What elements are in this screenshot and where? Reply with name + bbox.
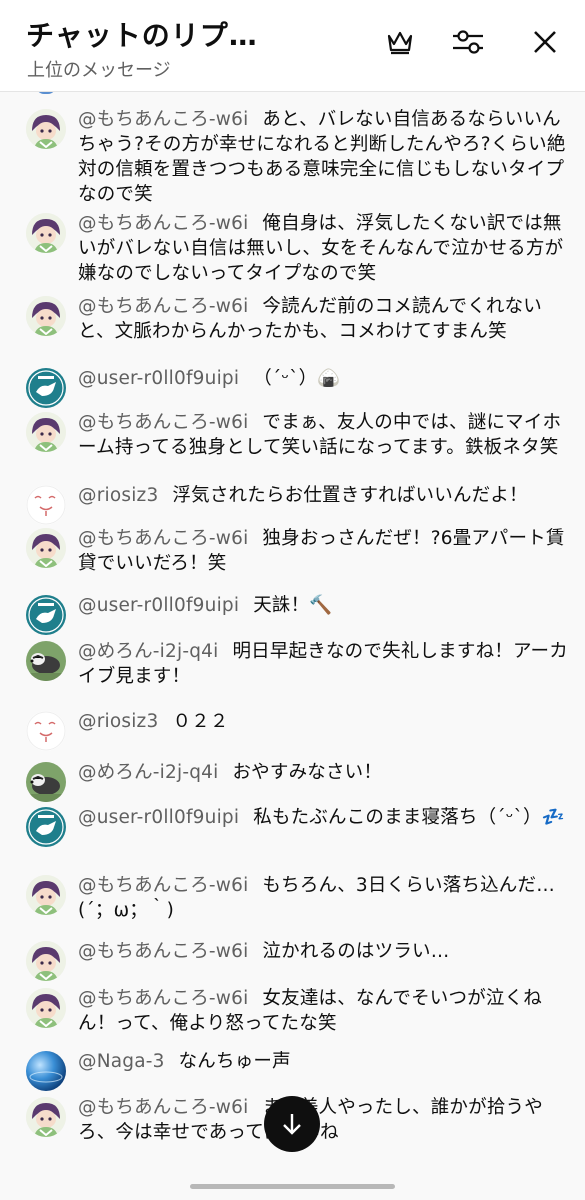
message-body: @もちあんころ-w6i 俺自身は、浮気したくない訳では無いがバレない自信は無いし、… [78, 211, 568, 286]
message-text: ０２２ [172, 711, 229, 732]
close-button[interactable] [525, 22, 565, 62]
message-author[interactable]: @もちあんころ-w6i [78, 875, 248, 896]
chat-message-list[interactable]: @もちあんころ-w6i あと、バレない自信あるならいいんちゃう?その方が幸せになれ… [0, 93, 585, 1200]
message-author[interactable]: @Naga-3 [78, 1051, 165, 1072]
message-author[interactable]: @もちあんころ-w6i [78, 528, 248, 549]
message-body: @user-r0ll0f9uipi 私もたぶんこのまま寝落ち（ˊᵕˋ）💤 [78, 805, 568, 830]
message-author[interactable]: @riosiz3 [78, 711, 158, 732]
message-author[interactable]: @user-r0ll0f9uipi [78, 368, 239, 389]
message-author[interactable]: @user-r0ll0f9uipi [78, 807, 239, 828]
anime-avatar[interactable] [26, 988, 66, 1028]
message-author[interactable]: @もちあんころ-w6i [78, 988, 248, 1009]
message-text: なんちゅー声 [178, 1051, 291, 1072]
message-author[interactable]: @もちあんころ-w6i [78, 296, 248, 317]
crown-icon [387, 31, 413, 55]
message-text: 天誅！🔨 [253, 595, 333, 616]
message-author[interactable]: @riosiz3 [78, 485, 158, 506]
message-body: @user-r0ll0f9uipi （ˊᵕˋ）🍙 [78, 366, 568, 391]
message-body: @もちあんころ-w6i もちろん、3日くらい落ち込んだ…(´；ω；｀) [78, 873, 568, 923]
sketch-avatar[interactable] [26, 485, 66, 525]
chat-header: チャットのリプ… 上位のメッセージ [0, 0, 585, 92]
crown-button[interactable] [380, 22, 420, 62]
teal-avatar[interactable] [26, 368, 66, 408]
message-text: 浮気されたらお仕置きすればいいんだよ！ [172, 485, 528, 506]
message-text: 私もたぶんこのまま寝落ち（ˊᵕˋ）💤 [253, 807, 565, 828]
message-text: おやすみなさい！ [232, 762, 383, 783]
arrow-down-icon [283, 1114, 301, 1135]
message-body: @もちあんころ-w6i 今読んだ前のコメ読んでくれないと、文脈わからんかったかも、… [78, 294, 568, 344]
message-body: @もちあんころ-w6i 泣かれるのはツラい… [78, 939, 568, 964]
page-title: チャットのリプ… [26, 19, 258, 52]
anime-avatar[interactable] [26, 528, 66, 568]
message-author[interactable]: @もちあんころ-w6i [78, 941, 248, 962]
anime-avatar[interactable] [26, 1097, 66, 1137]
message-author[interactable]: @もちあんころ-w6i [78, 213, 248, 234]
filter-sliders-icon [453, 30, 483, 54]
message-author[interactable]: @もちあんころ-w6i [78, 1097, 248, 1118]
badger-avatar[interactable] [26, 762, 66, 802]
message-body: @もちあんころ-w6i 女友達は、なんでそいつが泣くねん！って、俺より怒ってたな笑 [78, 986, 568, 1036]
message-body: @Naga-3 なんちゅー声 [78, 1049, 568, 1074]
message-body: @もちあんころ-w6i あと、バレない自信あるならいいんちゃう?その方が幸せになれ… [78, 107, 568, 207]
message-body: @もちあんころ-w6i 独身おっさんだぜ！?6畳アパート賃貸でいいだろ！笑 [78, 526, 568, 576]
message-text: 泣かれるのはツラい… [262, 941, 450, 962]
message-body: @riosiz3 浮気されたらお仕置きすればいいんだよ！ [78, 483, 568, 508]
message-author[interactable]: @めろん-i2j-q4i [78, 641, 218, 662]
close-icon [534, 31, 556, 53]
message-body: @もちあんころ-w6i まぁ美人やったし、誰かが拾うやろ、今は幸せであってほしいね [78, 1095, 568, 1145]
message-body: @めろん-i2j-q4i おやすみなさい！ [78, 760, 568, 785]
teal-avatar[interactable] [26, 807, 66, 847]
filter-button[interactable] [448, 22, 488, 62]
anime-avatar[interactable] [26, 109, 66, 149]
message-body: @riosiz3 ０２２ [78, 709, 568, 734]
message-body: @user-r0ll0f9uipi 天誅！🔨 [78, 593, 568, 618]
message-body: @めろん-i2j-q4i 明日早起きなので失礼しますね！アーカイブ見ます！ [78, 639, 568, 689]
globe-avatar[interactable] [26, 1051, 66, 1091]
message-author[interactable]: @もちあんころ-w6i [78, 412, 248, 433]
anime-avatar[interactable] [26, 941, 66, 981]
message-author[interactable]: @もちあんころ-w6i [78, 109, 248, 130]
scroll-to-bottom-button[interactable] [264, 1096, 320, 1152]
anime-avatar[interactable] [26, 412, 66, 452]
message-body: @もちあんころ-w6i でまぁ、友人の中では、謎にマイホーム持ってる独身として笑い… [78, 410, 568, 460]
message-text: （ˊᵕˋ）🍙 [253, 368, 341, 389]
sketch-avatar[interactable] [26, 711, 66, 751]
message-author[interactable]: @めろん-i2j-q4i [78, 762, 218, 783]
anime-avatar[interactable] [26, 296, 66, 336]
home-indicator [190, 1184, 395, 1189]
teal-avatar[interactable] [26, 595, 66, 635]
anime-avatar[interactable] [26, 213, 66, 253]
anime-avatar[interactable] [26, 875, 66, 915]
chat-mode-selector[interactable]: 上位のメッセージ [27, 56, 171, 82]
message-author[interactable]: @user-r0ll0f9uipi [78, 595, 239, 616]
badger-avatar[interactable] [26, 641, 66, 681]
